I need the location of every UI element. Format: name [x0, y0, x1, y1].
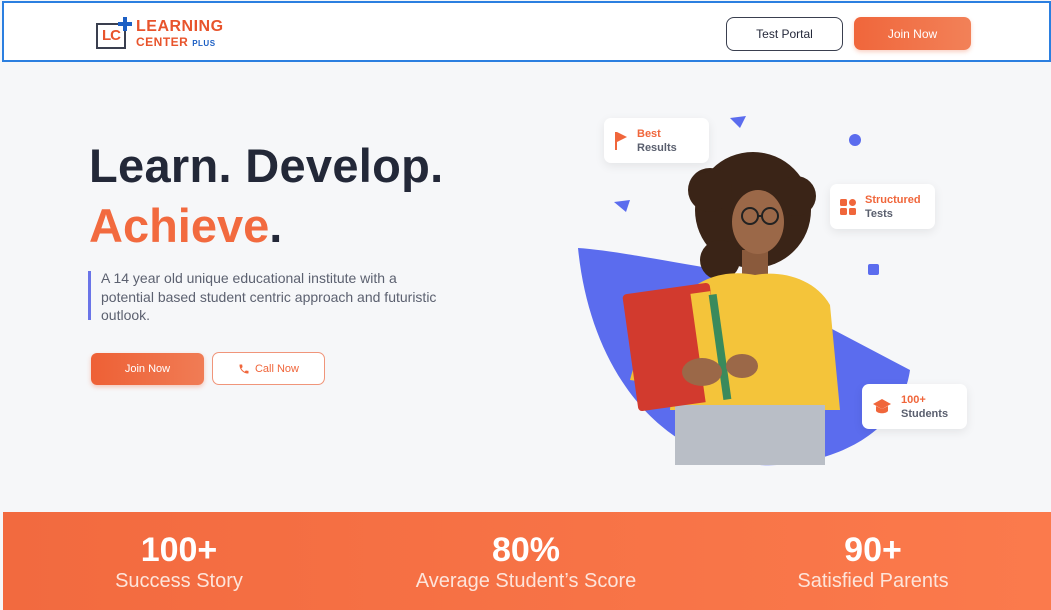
badge-best-line1: Best — [637, 127, 661, 140]
phone-icon — [239, 364, 249, 373]
badge-students: 100+ Students — [862, 384, 967, 429]
stat-success-story: 100+ Success Story — [79, 531, 279, 593]
logo-text-plus: PLUS — [192, 39, 216, 48]
grid-icon — [840, 198, 856, 215]
stat-satisfied-parents: 90+ Satisfied Parents — [763, 531, 983, 593]
stat-average-score: 80% Average Student’s Score — [396, 531, 656, 593]
stat-label: Success Story — [115, 570, 243, 592]
call-now-label: Call Now — [254, 362, 299, 375]
badge-students-line2: Students — [901, 407, 949, 420]
test-portal-button[interactable]: Test Portal — [726, 17, 843, 51]
logo-text-center: CENTER PLUS — [136, 35, 216, 49]
stat-value: 80% — [491, 531, 561, 569]
header-join-now-button[interactable]: Join Now — [854, 17, 971, 50]
graduation-cap-icon — [873, 398, 891, 413]
logo[interactable]: LC LEARNING CENTER PLUS — [96, 17, 236, 51]
hero-accent-period: . — [269, 199, 283, 252]
badge-best-line2: Results — [637, 141, 677, 154]
logo-text-center-word: CENTER — [136, 35, 189, 49]
stats-band: 100+ Success Story 80% Average Student’s… — [3, 512, 1051, 610]
badge-structured-line1: Structured — [865, 193, 921, 206]
hero-illustration: Best Results Structured Tests 100+ Students — [570, 110, 990, 480]
stat-label: Average Student’s Score — [415, 570, 637, 592]
hero-accent-word: Achieve — [89, 199, 270, 252]
flag-icon — [615, 131, 627, 150]
hero-headline-accent: Achieve. — [89, 198, 282, 253]
page: LC LEARNING CENTER PLUS Test Portal Join… — [0, 0, 1051, 610]
stat-label: Satisfied Parents — [797, 570, 949, 592]
hero-description: A 14 year old unique educational institu… — [101, 270, 437, 323]
site-header: LC LEARNING CENTER PLUS Test Portal Join… — [2, 1, 1051, 62]
badge-structured-line2: Tests — [865, 207, 893, 220]
hero-headline: Learn. Develop. — [89, 139, 444, 192]
call-now-button[interactable]: Call Now — [212, 352, 325, 385]
plus-icon — [118, 17, 132, 31]
badge-structured-tests: Structured Tests — [830, 184, 935, 229]
stat-value: 90+ — [844, 531, 902, 569]
badge-students-line1: 100+ — [901, 393, 926, 406]
stat-value: 100+ — [140, 531, 218, 569]
hero-join-now-button[interactable]: Join Now — [91, 353, 204, 385]
badge-best-results: Best Results — [604, 118, 709, 163]
description-accent-bar — [88, 271, 91, 320]
logo-text-learning: LEARNING — [136, 18, 224, 35]
